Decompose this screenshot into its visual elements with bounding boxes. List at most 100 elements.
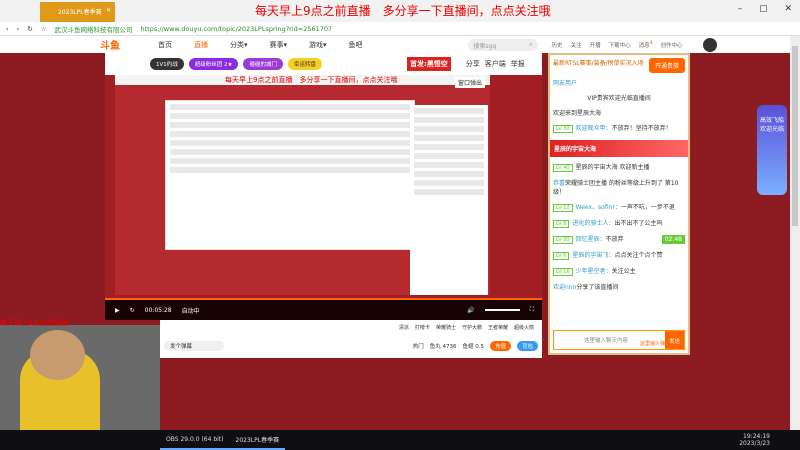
volume-slider[interactable] [484, 309, 520, 311]
nested-screen-capture: 每天早上9点之前直播 多分享一下直播间，点点关注哦 窗口弹出 [115, 75, 490, 295]
castle-pill[interactable]: 碰碰的城门 [243, 58, 283, 70]
gift-bar: 清凉 打榜卡 荣耀骑士 守护大鹏 王者荣耀 超级火箭 发个弹幕 热门 鱼丸 47… [160, 320, 542, 358]
chat-user[interactable]: 星辰的宇宙飞： [572, 252, 614, 259]
chat-user[interactable]: 进化的骑士人： [572, 220, 614, 227]
broadcast-button[interactable]: 开播 [590, 41, 601, 49]
clock[interactable]: 19:24:19 2023/3/23 [739, 433, 770, 447]
play-icon[interactable]: ▶ [115, 307, 120, 314]
chat-message: LV 12 Weex、sofinr：一声不吭，一步不退 [553, 203, 685, 213]
chat-user[interactable]: Weex、sofinr： [576, 204, 621, 211]
lottery-pill[interactable]: 幸运转盘 [287, 58, 322, 70]
follow-button[interactable]: 关注 [571, 41, 582, 49]
nav-events[interactable]: 赛事▾ [270, 40, 288, 50]
reload-icon[interactable]: ↻ [27, 25, 32, 33]
chat-message: LV 30 回忆星辰：不放弃 02:48 [553, 235, 685, 245]
url-text[interactable]: https://www.douyu.com/topic/2023LPLsprin… [141, 25, 333, 33]
client-button[interactable]: 客户端 [485, 59, 506, 69]
report-button[interactable]: 举报 [511, 59, 525, 69]
gift-item[interactable]: 清凉 [399, 324, 409, 331]
douyu-logo[interactable]: 斗鱼 [100, 37, 150, 52]
page-scrollbar[interactable] [790, 36, 800, 430]
time-display: 00:05:28 [144, 306, 172, 314]
download-button[interactable]: 下载中心 [609, 41, 631, 49]
player-controls: ▶ ↻ 00:05:28 自动中 🔊 ⛶ [105, 300, 542, 320]
side-activity-badge[interactable]: 高效飞船 欢迎光临 [757, 105, 787, 195]
chat-message: LV 16 少年星空者：关注公主 [553, 267, 685, 277]
video-player[interactable]: 1V1约战 超级粉丝团 2★ 碰碰的城门 幸运转盘 首发:黑悟空 分享 客户端 … [105, 53, 542, 320]
chat-text: 点点关注个点个赞 [614, 252, 663, 259]
site-header: 斗鱼 首页 直播 分类▾ 赛事▾ 游戏▾ 鱼吧 搜索sgq ⌕ 历史 关注 开播 … [0, 36, 790, 53]
chat-text: 关注公主 [611, 268, 636, 275]
clock-time: 19:24:19 [743, 433, 770, 440]
refresh-icon[interactable]: ↻ [130, 307, 135, 314]
nav-games[interactable]: 游戏▾ [309, 40, 327, 50]
chat-text: 出不出不了公主吗 [614, 220, 663, 227]
user-avatar[interactable] [702, 37, 717, 52]
popout-button[interactable]: 窗口弹出 [454, 77, 485, 88]
creator-center-button[interactable]: 创作中心 [661, 41, 683, 49]
gift-item[interactable]: 荣耀骑士 [436, 324, 456, 331]
history-button[interactable]: 历史 [552, 41, 563, 49]
site-org: 武汉斗鱼网络科技有限公司 [54, 25, 133, 34]
nested-overlay: 每天早上9点之前直播 多分享一下直播间，点点关注哦 [115, 75, 490, 85]
nav-yuba[interactable]: 鱼吧 [349, 40, 363, 50]
gift-item[interactable]: 打榜卡 [415, 324, 430, 331]
webcam-overlay [0, 325, 160, 430]
danmu-input[interactable]: 发个弹幕 [164, 341, 224, 351]
level-badge: LV 40 [553, 164, 573, 172]
taskbar: OBS 29.0.0 (64 bit) 2023LPL春季赛 19:24:19 2… [0, 430, 800, 450]
chat-text: 一声不吭，一步不退 [620, 204, 675, 211]
webcam-label: 每天早上9点之前直播 [0, 319, 68, 327]
gift-banner: 星辰的宇宙大海 [550, 140, 688, 157]
browser-tab[interactable]: 2023LPL春季赛 ✕ [40, 2, 115, 22]
backpack-button[interactable]: 背包 [516, 341, 538, 351]
window-controls[interactable]: – ▢ ✕ [738, 4, 792, 14]
search-icon[interactable]: ⌕ [529, 41, 532, 49]
chat-message: 欢迎来到星辰大海 [553, 109, 685, 118]
chest-timer[interactable]: 02:48 [661, 235, 685, 244]
close-tab-icon[interactable]: ✕ [106, 7, 111, 14]
taskbar-browser[interactable]: 2023LPL春季赛 [229, 430, 286, 450]
search-input[interactable]: 搜索sgq ⌕ [467, 38, 538, 51]
quality-select[interactable]: 自动中 [182, 306, 200, 315]
gift-item[interactable]: 王者荣耀 [488, 324, 508, 331]
address-bar[interactable]: ‹ › ↻ ☆ 武汉斗鱼网络科技有限公司 https://www.douyu.com/… [0, 22, 800, 36]
gift-item[interactable]: 超级火箭 [514, 324, 534, 331]
open-noble-button[interactable]: 开通贵族 [648, 58, 685, 73]
chat-message: VIP贵宾欢迎光临直播间 [553, 94, 685, 103]
fishfin-balance: 鱼翅 0.5 [462, 344, 484, 350]
clock-date: 2023/3/23 [739, 440, 770, 447]
messages-button[interactable]: 消息4 [639, 41, 653, 49]
chat-message: 欢迎nnn分享了该直播间 [553, 283, 685, 292]
chat-text: 欢迎来到星辰大海 [553, 110, 602, 117]
level-badge: LV 6 [553, 252, 570, 260]
share-button[interactable]: 分享 [466, 59, 480, 69]
chat-message: LV 30 欢迎观众甲：不放弃！坚持不放弃！ [553, 124, 685, 134]
chat-message: LV 6 星辰的宇宙飞：点点关注个点个赞 [553, 251, 685, 261]
nav-home[interactable]: 首页 [158, 40, 172, 50]
chat-user[interactable]: 网友用户 [553, 80, 577, 87]
pk-pill[interactable]: 1V1约战 [150, 58, 184, 70]
nested-page [165, 100, 415, 250]
volume-icon[interactable]: 🔊 [467, 307, 474, 314]
chat-user[interactable]: 欢迎观众甲： [576, 125, 612, 132]
scrollbar-thumb[interactable] [792, 46, 798, 226]
chat-user[interactable]: 少年星空者： [576, 268, 612, 275]
fullscreen-icon[interactable]: ⛶ [530, 306, 534, 314]
level-badge: LV 16 [553, 268, 573, 276]
nav-category[interactable]: 分类▾ [230, 40, 248, 50]
hot-rank[interactable]: 热门 [413, 342, 424, 350]
forward-icon[interactable]: › [17, 25, 20, 33]
nav-live[interactable]: 直播 [194, 40, 208, 50]
chat-message: 网友用户 [553, 79, 685, 88]
gift-item[interactable]: 守护大鹏 [462, 324, 482, 331]
chat-user[interactable]: 回忆星辰： [576, 236, 606, 243]
fan-club-pill[interactable]: 超级粉丝团 2★ [188, 58, 239, 70]
star-icon[interactable]: ☆ [41, 25, 47, 33]
chat-user[interactable]: 欢迎nnn [553, 284, 576, 291]
recharge-button[interactable]: 充值 [489, 341, 511, 351]
chat-message: LV 8 进化的骑士人：出不出不了公主吗 [553, 219, 685, 229]
back-icon[interactable]: ‹ [6, 25, 9, 33]
room-info-bar: 1V1约战 超级粉丝团 2★ 碰碰的城门 幸运转盘 首发:黑悟空 分享 客户端 … [105, 53, 542, 75]
taskbar-obs[interactable]: OBS 29.0.0 (64 bit) [160, 430, 230, 450]
